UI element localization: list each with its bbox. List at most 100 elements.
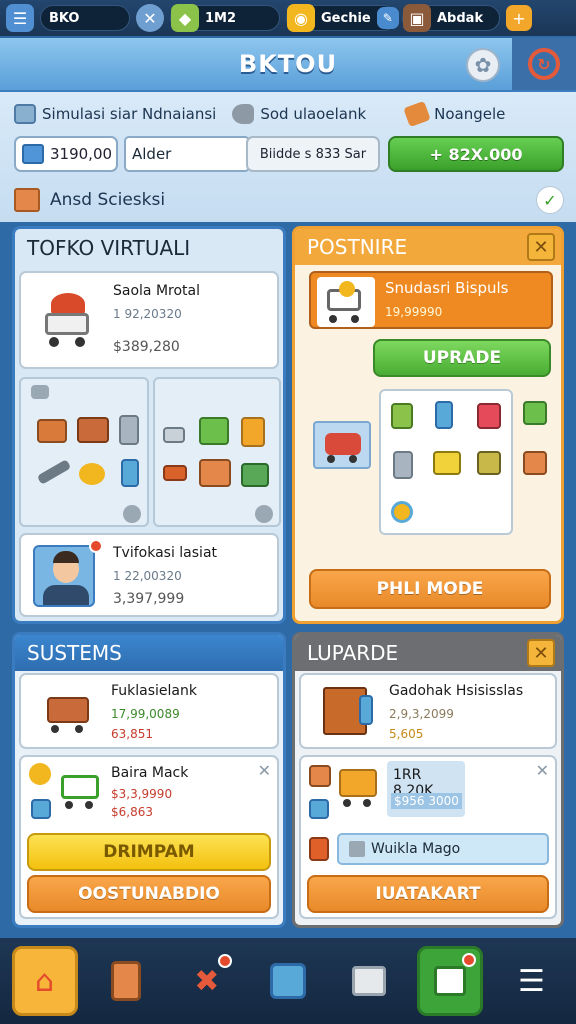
bag-icon xyxy=(352,966,387,996)
upgrade-button[interactable]: UPRADE xyxy=(373,339,551,377)
product-green-box-icon xyxy=(523,401,547,425)
info-area: Simulasi siar Ndnaiansi Sod ulaoelank No… xyxy=(0,92,576,222)
upgrade-button-label: UPRADE xyxy=(422,348,502,368)
close-icon[interactable]: ✕ xyxy=(258,761,271,780)
toko-card-1-price: $389,280 xyxy=(113,339,180,355)
plus-icon[interactable]: + xyxy=(506,5,532,31)
drimpam-button[interactable]: DRIMPAM xyxy=(27,833,271,871)
close-icon[interactable]: ✕ xyxy=(527,233,555,261)
product-gift-icon xyxy=(477,403,501,429)
status-label-pill: BKO xyxy=(40,5,130,31)
check-icon[interactable]: ✓ xyxy=(536,186,564,214)
gem-icon: ◆ xyxy=(171,4,199,32)
avatar xyxy=(33,545,95,607)
image-icon xyxy=(309,799,329,819)
jar-icon xyxy=(309,837,329,861)
shopping-cart-icon xyxy=(317,277,375,327)
box-orange-icon xyxy=(14,188,40,212)
product-bottle-icon xyxy=(121,459,139,487)
product-brick-icon xyxy=(163,465,187,481)
close-icon[interactable]: ✕ xyxy=(527,639,555,667)
notification-button[interactable]: ↻ xyxy=(512,38,576,90)
product-green-box-icon xyxy=(391,403,413,429)
robot-icon xyxy=(359,695,373,725)
luparde-card-1[interactable]: Gadohak Hsisisslas 2,9,3,2099 5,605 xyxy=(299,673,557,749)
luparde-card-1-stat2: 5,605 xyxy=(389,727,424,741)
luparde-card-2[interactable]: 1RR 8,20K $956 3000 ✕ Wuikla Mago IUATAK… xyxy=(299,755,557,919)
sustems-card-2-stat1: $3,3,9990 xyxy=(111,787,173,801)
shopping-cart-icon xyxy=(41,289,101,349)
oostunabdio-button[interactable]: OOSTUNABDIO xyxy=(27,875,271,913)
vehicle-icon xyxy=(313,421,371,469)
info-tab-sod[interactable]: Sod ulaoelank xyxy=(232,104,366,124)
section-row: Ansd Sciesksi ✓ xyxy=(14,186,564,214)
tablet-icon xyxy=(110,961,141,1001)
nav-tablet-button[interactable] xyxy=(93,946,159,1016)
nav-tools-button[interactable]: ✖ xyxy=(174,946,240,1016)
postnire-card-stat: 19,99990 xyxy=(385,305,443,319)
edit-icon[interactable]: ✎ xyxy=(376,7,399,29)
product-chip-icon xyxy=(163,427,185,443)
status-label-left: BKO xyxy=(49,10,80,26)
nav-device-button[interactable] xyxy=(255,946,321,1016)
sustems-card-1[interactable]: Fuklasielank 17,99,0089 63,851 xyxy=(19,673,279,749)
info-field[interactable]: Wuikla Mago xyxy=(337,833,549,865)
sustems-card-2-stat2: $6,863 xyxy=(111,805,153,819)
menu-icon: ☰ xyxy=(517,963,545,999)
product-can-icon xyxy=(119,415,139,445)
shopping-cart-icon xyxy=(43,689,97,737)
product-books-icon xyxy=(241,463,269,487)
product-can-icon xyxy=(435,401,453,429)
nav-bag-button[interactable] xyxy=(336,946,402,1016)
info-row: 3190,00 Biidde s 833 Sar + 82X.000 xyxy=(14,136,564,174)
orange-tag-icon xyxy=(403,100,431,128)
panel-sustems-title: SUSTEMS xyxy=(27,641,122,665)
close-circle-icon[interactable]: ✕ xyxy=(136,4,164,32)
toko-card-2[interactable]: Tvifokasi lasiat 1 22,00320 3,397,999 xyxy=(19,533,279,617)
nav-image-button[interactable] xyxy=(417,946,484,1016)
panel-postnire-title: POSTNIRE xyxy=(307,235,408,259)
toko-item-grid xyxy=(19,377,281,527)
iuatakart-button[interactable]: IUATAKART xyxy=(307,875,549,913)
info-field-text: Wuikla Mago xyxy=(371,841,461,857)
postnire-featured-card[interactable]: Snudasri Bispuls 19,99990 xyxy=(309,271,553,329)
panel-postnire: POSTNIRE ✕ Snudasri Bispuls 19,99990 UPR… xyxy=(292,226,564,624)
resource-2-value: Gechie xyxy=(321,10,371,26)
section-label: Ansd Sciesksi xyxy=(50,190,166,210)
notification-icon: ↻ xyxy=(528,48,560,80)
arrow-corner-icon[interactable] xyxy=(123,505,141,523)
panel-toko-virtual: TOFKO VIRTUALI Saola Mrotal 1 92,20320 $… xyxy=(12,226,286,624)
name-input[interactable] xyxy=(124,136,250,172)
resource-pill-3: ▣ Abdak xyxy=(402,4,500,32)
coin-icon xyxy=(391,501,413,523)
arrow-corner-icon[interactable] xyxy=(255,505,273,523)
phli-mode-button[interactable]: PHLI MODE xyxy=(309,569,551,609)
toko-card-2-title: Tvifokasi lasiat xyxy=(113,545,218,561)
info-tab-label: Noangele xyxy=(434,105,506,123)
panel-postnire-header: POSTNIRE xyxy=(295,229,561,265)
product-box-icon xyxy=(37,419,67,443)
nav-menu-button[interactable]: ☰ xyxy=(498,946,564,1016)
settings-gear-icon[interactable]: ✿ xyxy=(466,48,500,82)
sustems-card-2[interactable]: Baira Mack $3,3,9990 $6,863 ✕ DRIMPAM OO… xyxy=(19,755,279,919)
close-icon[interactable]: ✕ xyxy=(536,761,549,780)
luparde-card-1-title: Gadohak Hsisisslas xyxy=(389,683,524,699)
iuatakart-button-label: IUATAKART xyxy=(375,884,481,904)
image-icon xyxy=(434,966,467,996)
cube-icon xyxy=(22,144,44,164)
info-tab-simulasi[interactable]: Simulasi siar Ndnaiansi xyxy=(14,104,216,124)
toko-card-1-stat: 1 92,20320 xyxy=(113,307,182,321)
panel-sustems: SUSTEMS Fuklasielank 17,99,0089 63,851 B… xyxy=(12,632,286,928)
info-tab-noangele[interactable]: Noangele xyxy=(403,100,506,128)
add-funds-label: + 82X.000 xyxy=(429,144,523,164)
panel-luparde: LUPARDE ✕ Gadohak Hsisisslas 2,9,3,2099 … xyxy=(292,632,564,928)
store-icon: ▣ xyxy=(403,4,431,32)
oostunabdio-button-label: OOSTUNABDIO xyxy=(78,884,220,904)
notification-dot xyxy=(462,953,477,967)
resource-pill-1: ◆ 1M2 xyxy=(170,4,280,32)
menu-icon[interactable]: ☰ xyxy=(6,4,34,32)
nav-home-button[interactable]: ⌂ xyxy=(11,946,78,1016)
device-icon xyxy=(269,963,306,999)
toko-card-1[interactable]: Saola Mrotal 1 92,20320 $389,280 xyxy=(19,271,279,369)
add-funds-button[interactable]: + 82X.000 xyxy=(388,136,564,172)
